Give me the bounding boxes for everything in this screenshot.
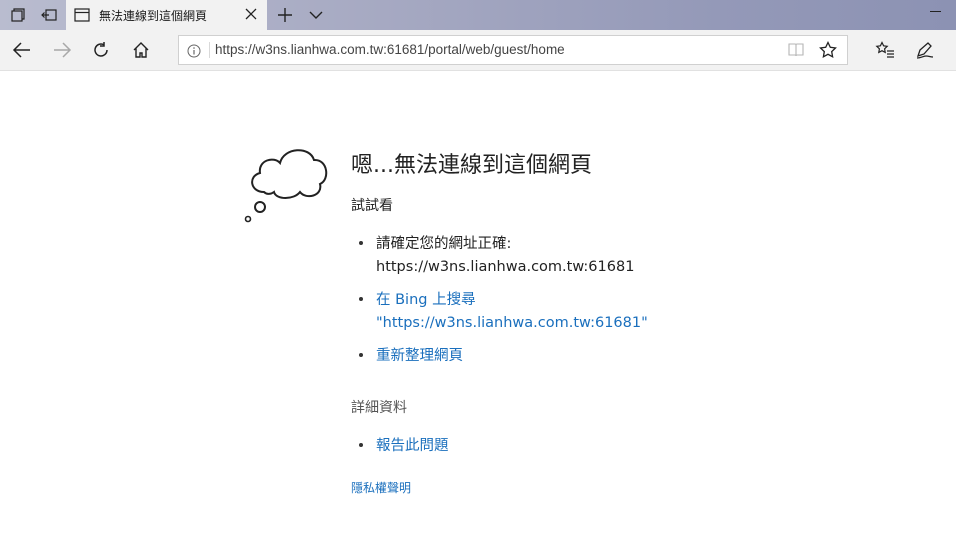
pen-icon[interactable] bbox=[913, 39, 937, 61]
back-arrow-icon[interactable] bbox=[10, 39, 34, 61]
plus-icon[interactable] bbox=[273, 4, 297, 26]
bullet-dot bbox=[359, 443, 363, 447]
page-icon bbox=[74, 7, 90, 26]
title-bar: 無法連線到這個網頁 bbox=[0, 0, 956, 30]
bullet-dot bbox=[359, 353, 363, 357]
chevron-down-icon[interactable] bbox=[305, 4, 327, 26]
close-icon[interactable] bbox=[243, 6, 259, 22]
star-icon[interactable] bbox=[819, 40, 837, 63]
forward-arrow-icon[interactable] bbox=[50, 39, 74, 61]
check-address-text: 請確定您的網址正確: https://w3ns.lianhwa.com.tw:6… bbox=[376, 233, 634, 279]
restore-tabs-icon[interactable] bbox=[33, 0, 65, 30]
details-label[interactable]: 詳細資料 bbox=[351, 397, 407, 417]
tab-active[interactable]: 無法連線到這個網頁 bbox=[66, 0, 267, 30]
page-title: 嗯...無法連線到這個網頁 bbox=[351, 153, 592, 178]
reading-view-icon bbox=[787, 42, 805, 62]
try-this-label: 試試看 bbox=[351, 198, 393, 214]
bing-search-line1[interactable]: 在 Bing 上搜尋 bbox=[376, 289, 648, 312]
thought-cloud-icon bbox=[240, 142, 330, 231]
set-aside-tabs-icon[interactable] bbox=[2, 0, 34, 30]
check-address-line2: https://w3ns.lianhwa.com.tw:61681 bbox=[376, 259, 635, 275]
bing-search-line2[interactable]: "https://w3ns.lianhwa.com.tw:61681" bbox=[376, 312, 648, 335]
url-text[interactable]: https://w3ns.lianhwa.com.tw:61681/portal… bbox=[215, 42, 565, 57]
bullet-dot bbox=[359, 297, 363, 301]
tab-title: 無法連線到這個網頁 bbox=[99, 9, 208, 23]
report-problem-link[interactable]: 報告此問題 bbox=[376, 435, 449, 458]
bing-search-link[interactable]: 在 Bing 上搜尋 "https://w3ns.lianhwa.com.tw:… bbox=[376, 289, 648, 335]
home-icon[interactable] bbox=[129, 39, 153, 61]
check-address-line1: 請確定您的網址正確: bbox=[376, 236, 512, 252]
navigation-bar: https://w3ns.lianhwa.com.tw:61681/portal… bbox=[0, 30, 956, 71]
address-divider bbox=[209, 42, 210, 58]
hub-icon[interactable] bbox=[873, 39, 897, 61]
info-icon[interactable] bbox=[187, 43, 201, 62]
address-bar[interactable]: https://w3ns.lianhwa.com.tw:61681/portal… bbox=[178, 35, 848, 65]
bullet-dot bbox=[359, 241, 363, 245]
privacy-statement-link[interactable]: 隱私權聲明 bbox=[351, 479, 411, 496]
minimize-button[interactable] bbox=[930, 11, 941, 12]
refresh-page-link[interactable]: 重新整理網頁 bbox=[376, 345, 463, 368]
refresh-icon[interactable] bbox=[89, 39, 113, 61]
